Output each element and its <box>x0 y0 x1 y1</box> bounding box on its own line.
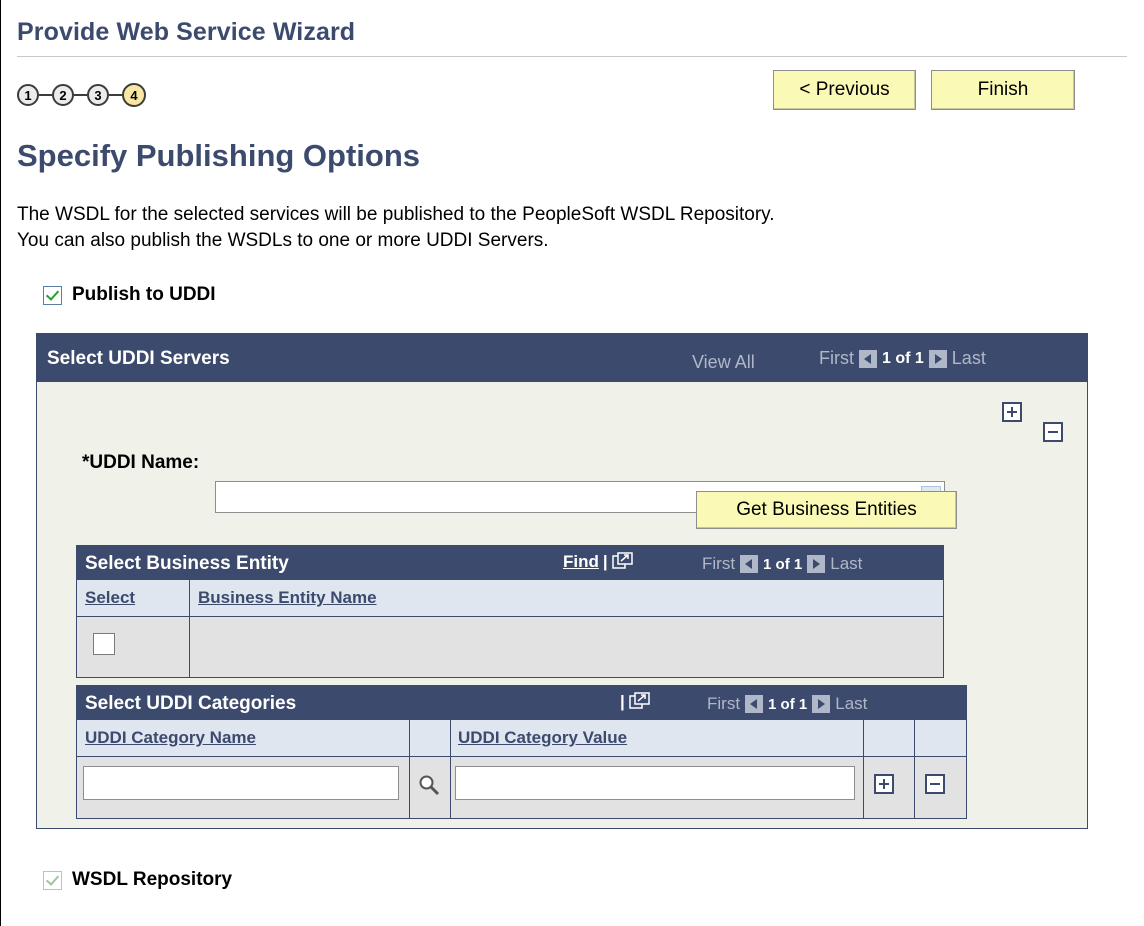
step-connector <box>39 94 52 96</box>
column-divider <box>450 720 451 756</box>
view-all-grid-icon[interactable] <box>611 552 634 572</box>
step-3: 3 <box>87 84 109 106</box>
last-link[interactable]: Last <box>952 348 986 369</box>
last-link[interactable]: Last <box>835 694 867 714</box>
publish-to-uddi-label: Publish to UDDI <box>72 284 216 305</box>
uddi-name-label: *UDDI Name: <box>82 452 200 473</box>
step-connector <box>74 94 87 96</box>
publish-to-uddi-checkbox[interactable] <box>43 285 62 305</box>
column-uddi-category-name[interactable]: UDDI Category Name <box>85 728 256 748</box>
column-divider <box>409 720 410 756</box>
finish-button[interactable]: Finish <box>931 70 1075 110</box>
column-business-entity-name[interactable]: Business Entity Name <box>198 588 377 608</box>
uddi-categories-header: Select UDDI Categories | First 1 of 1 La… <box>77 686 966 720</box>
previous-arrow-icon[interactable] <box>740 555 759 573</box>
previous-button[interactable]: < Previous <box>773 70 916 110</box>
uddi-categories-pager: First 1 of 1 Last <box>707 694 867 714</box>
uddi-categories-tools: | <box>620 692 651 712</box>
add-row-button[interactable] <box>1002 402 1022 422</box>
business-entity-header: Select Business Entity Find | First 1 of… <box>77 546 943 580</box>
add-category-row-button[interactable] <box>874 774 894 794</box>
uddi-servers-pager: First 1 of 1 Last <box>819 348 986 369</box>
uddi-categories-title: Select UDDI Categories <box>85 693 297 714</box>
column-divider <box>863 720 864 756</box>
select-row-checkbox[interactable] <box>93 633 115 655</box>
uddi-servers-header: Select UDDI Servers View All First 1 of … <box>37 334 1087 382</box>
wsdl-repository-label: WSDL Repository <box>72 869 233 890</box>
uddi-categories-column-header: UDDI Category Name UDDI Category Value <box>77 720 966 757</box>
uddi-categories-grid: Select UDDI Categories | First 1 of 1 La… <box>76 685 967 819</box>
page-description: The WSDL for the selected services will … <box>17 202 775 254</box>
uddi-servers-title: Select UDDI Servers <box>47 348 230 369</box>
business-entity-tools: Find | <box>563 552 634 572</box>
column-divider <box>409 757 410 819</box>
column-uddi-category-value[interactable]: UDDI Category Value <box>458 728 627 748</box>
step-connector <box>109 94 122 96</box>
search-icon[interactable] <box>418 774 440 796</box>
business-entity-column-header: Select Business Entity Name <box>77 580 943 617</box>
column-divider <box>914 720 915 756</box>
uddi-category-name-input[interactable] <box>83 766 399 800</box>
next-arrow-icon[interactable] <box>807 555 826 573</box>
description-line-2: You can also publish the WSDLs to one or… <box>17 230 549 251</box>
column-select[interactable]: Select <box>85 588 135 608</box>
column-divider <box>189 580 190 616</box>
step-1: 1 <box>17 84 39 106</box>
page-title: Specify Publishing Options <box>17 138 421 173</box>
step-4-current: 4 <box>122 83 146 107</box>
row-count: 1 of 1 <box>768 695 808 713</box>
uddi-categories-row <box>77 757 966 819</box>
business-entity-title: Select Business Entity <box>85 553 289 574</box>
wsdl-repository-checkbox <box>43 870 62 890</box>
column-divider <box>450 757 451 819</box>
previous-arrow-icon[interactable] <box>745 695 764 713</box>
business-entity-row <box>77 617 943 678</box>
uddi-category-value-input[interactable] <box>455 766 855 800</box>
column-divider <box>863 757 864 819</box>
wizard-title: Provide Web Service Wizard <box>17 18 356 46</box>
first-link[interactable]: First <box>819 348 854 369</box>
get-business-entities-button[interactable]: Get Business Entities <box>696 491 957 529</box>
separator: | <box>620 692 625 711</box>
row-count: 1 of 1 <box>763 555 803 573</box>
left-border-line <box>0 0 1 926</box>
first-link[interactable]: First <box>707 694 740 714</box>
title-divider <box>17 56 1127 57</box>
delete-row-button[interactable] <box>1043 422 1063 442</box>
next-arrow-icon[interactable] <box>928 349 947 368</box>
publish-to-uddi-row: Publish to UDDI <box>43 284 216 306</box>
view-all-link[interactable]: View All <box>692 352 755 373</box>
column-divider <box>189 617 190 678</box>
step-2: 2 <box>52 84 74 106</box>
wsdl-repository-row: WSDL Repository <box>43 869 232 891</box>
last-link[interactable]: Last <box>830 554 862 574</box>
view-all-grid-icon[interactable] <box>629 692 651 712</box>
business-entity-grid: Select Business Entity Find | First 1 of… <box>76 545 944 678</box>
delete-category-row-button[interactable] <box>925 774 945 794</box>
first-link[interactable]: First <box>702 554 735 574</box>
next-arrow-icon[interactable] <box>812 695 831 713</box>
uddi-servers-grid: Select UDDI Servers View All First 1 of … <box>36 333 1088 829</box>
description-line-1: The WSDL for the selected services will … <box>17 204 775 225</box>
separator: | <box>602 552 608 571</box>
wizard-steps: 1 2 3 4 <box>17 80 146 110</box>
column-divider <box>914 757 915 819</box>
business-entity-pager: First 1 of 1 Last <box>702 554 862 574</box>
previous-arrow-icon[interactable] <box>859 349 877 368</box>
find-link[interactable]: Find <box>563 552 599 572</box>
row-count: 1 of 1 <box>882 349 924 367</box>
